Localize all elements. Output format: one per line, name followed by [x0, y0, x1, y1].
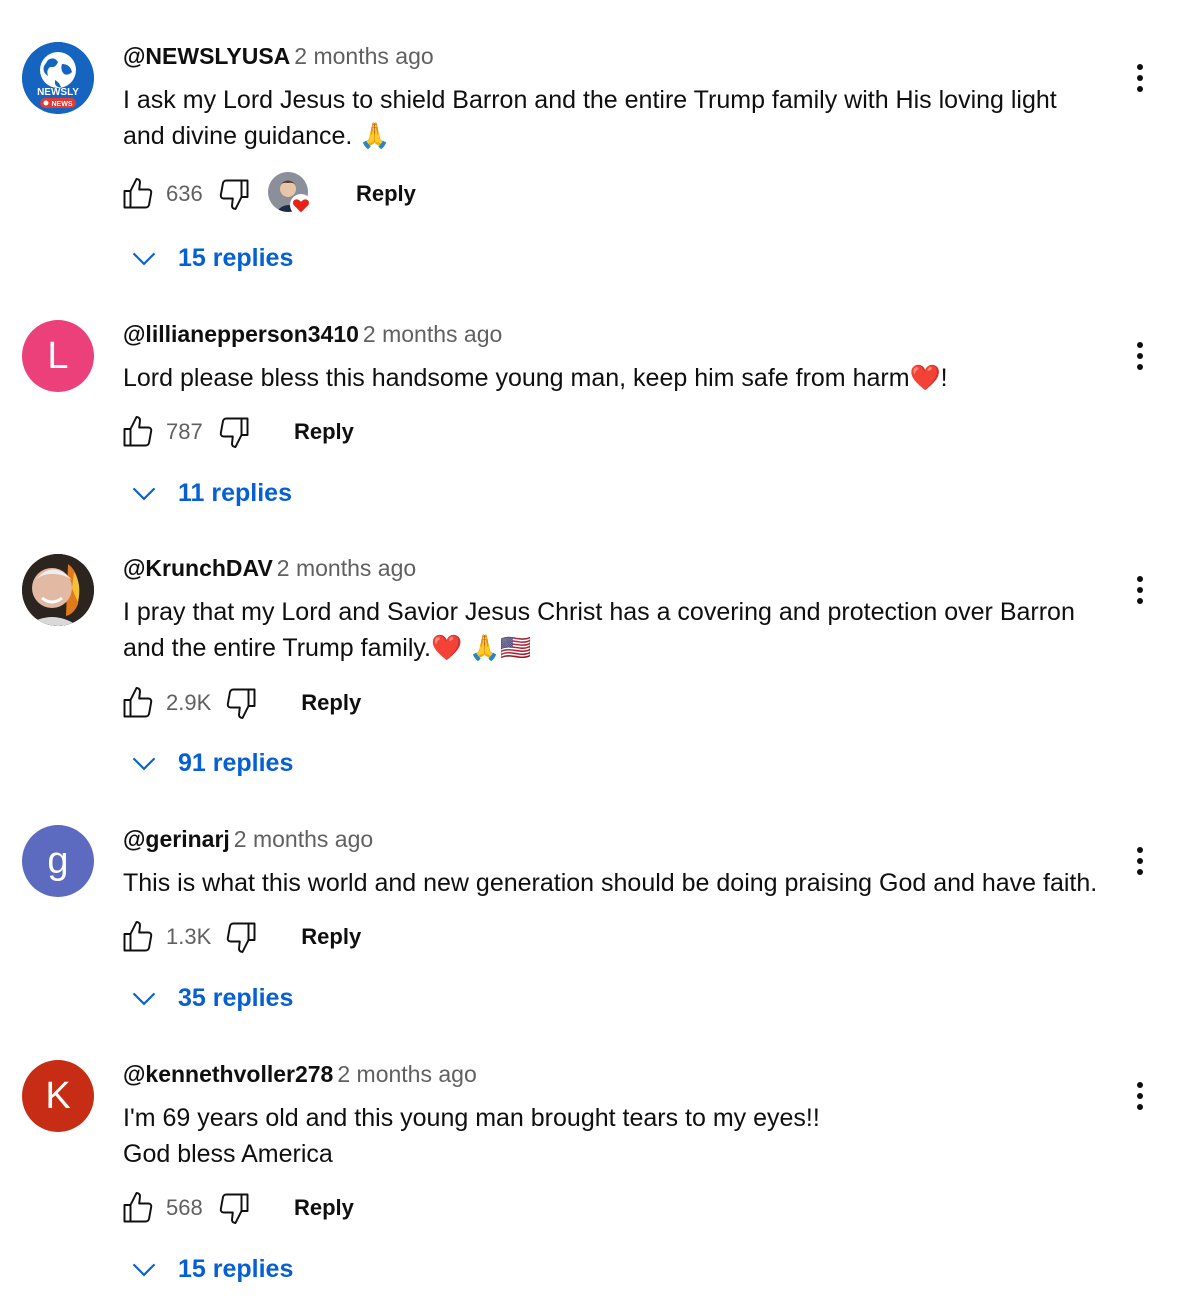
dislike-icon[interactable] [214, 412, 254, 452]
more-options-icon[interactable] [1128, 572, 1152, 608]
globe-logo-icon: NEWSLY NEWS [22, 42, 94, 114]
author-name[interactable]: @kennethvoller278 [123, 1061, 333, 1087]
comment-text: Lord please bless this handsome young ma… [123, 360, 1113, 396]
chevron-down-icon [132, 1263, 156, 1277]
avatar[interactable]: L [22, 320, 94, 392]
dislike-icon[interactable] [221, 917, 261, 957]
comment-header: @gerinarj 2 months ago [123, 826, 373, 853]
comment-time[interactable]: 2 months ago [294, 43, 433, 69]
like-count: 568 [166, 1195, 203, 1220]
action-bar: 2.9K Reply [118, 681, 361, 725]
comment-line: This is what this world and new generati… [123, 869, 1098, 897]
dislike-icon[interactable] [214, 174, 254, 214]
comment-text: I'm 69 years old and this young man brou… [123, 1100, 1113, 1172]
like-count: 2.9K [166, 690, 212, 715]
view-replies-button[interactable]: 15 replies [130, 238, 293, 278]
view-replies-button[interactable]: 11 replies [130, 473, 292, 513]
reply-button[interactable]: Reply [356, 181, 416, 207]
comment-header: @lillianepperson3410 2 months ago [123, 321, 502, 348]
avatar[interactable]: NEWSLY NEWS [22, 42, 94, 114]
like-count: 1.3K [166, 924, 212, 949]
comment-line: I'm 69 years old and this young man brou… [123, 1104, 820, 1132]
chevron-down-icon [132, 757, 156, 771]
comment-line: God bless America [123, 1140, 333, 1168]
more-options-icon[interactable] [1128, 338, 1152, 374]
more-options-icon[interactable] [1128, 60, 1152, 96]
avatar[interactable]: K [22, 1060, 94, 1132]
author-name[interactable]: @KrunchDAV [123, 555, 273, 581]
comment-line: and the entire Trump family.❤️ 🙏🇺🇸 [123, 634, 532, 662]
like-icon[interactable] [118, 683, 158, 723]
action-bar: 568 Reply [118, 1186, 354, 1230]
reply-button[interactable]: Reply [301, 690, 361, 716]
comment-header: @kennethvoller278 2 months ago [123, 1061, 477, 1088]
replies-count: 35 replies [178, 983, 294, 1012]
author-name[interactable]: @gerinarj [123, 826, 230, 852]
like-icon[interactable] [118, 917, 158, 957]
replies-count: 11 replies [178, 478, 292, 507]
like-icon[interactable] [118, 412, 158, 452]
comment-text: I pray that my Lord and Savior Jesus Chr… [123, 594, 1113, 666]
profile-photo [22, 554, 94, 626]
comment-time[interactable]: 2 months ago [363, 321, 502, 347]
creator-heart-badge [268, 172, 312, 216]
more-options-icon[interactable] [1128, 1078, 1152, 1114]
action-bar: 787 Reply [118, 410, 354, 454]
like-icon[interactable] [118, 174, 158, 214]
chevron-down-icon [132, 252, 156, 266]
view-replies-button[interactable]: 15 replies [130, 1249, 293, 1289]
author-name[interactable]: @lillianepperson3410 [123, 321, 359, 347]
reply-button[interactable]: Reply [301, 924, 361, 950]
replies-count: 15 replies [178, 1254, 294, 1283]
dislike-icon[interactable] [221, 683, 261, 723]
avatar-letter: g [47, 839, 69, 882]
action-bar: 1.3K Reply [118, 915, 361, 959]
comment-time[interactable]: 2 months ago [337, 1061, 476, 1087]
replies-count: 91 replies [178, 748, 294, 777]
avatar-letter: K [45, 1074, 71, 1117]
comment-line: I pray that my Lord and Savior Jesus Chr… [123, 598, 1075, 626]
view-replies-button[interactable]: 91 replies [130, 743, 293, 783]
logo-text: NEWSLY [37, 87, 79, 98]
view-replies-button[interactable]: 35 replies [130, 978, 293, 1018]
comment-header: @NEWSLYUSA 2 months ago [123, 43, 434, 70]
comment-time[interactable]: 2 months ago [234, 826, 373, 852]
comment-text: This is what this world and new generati… [123, 865, 1113, 901]
chevron-down-icon [132, 487, 156, 501]
comment-line: Lord please bless this handsome young ma… [123, 364, 948, 392]
reply-button[interactable]: Reply [294, 419, 354, 445]
action-bar: 636 Reply [118, 172, 416, 216]
comment-line: I ask my Lord Jesus to shield Barron and… [123, 86, 1057, 114]
comment-header: @KrunchDAV 2 months ago [123, 555, 416, 582]
like-count: 636 [166, 181, 203, 206]
more-options-icon[interactable] [1128, 843, 1152, 879]
heart-icon [290, 194, 312, 216]
logo-subtext: NEWS [52, 101, 73, 108]
replies-count: 15 replies [178, 243, 294, 272]
avatar-letter: L [47, 334, 69, 377]
dislike-icon[interactable] [214, 1188, 254, 1228]
avatar[interactable] [22, 554, 94, 626]
avatar[interactable]: g [22, 825, 94, 897]
author-name[interactable]: @NEWSLYUSA [123, 43, 290, 69]
reply-button[interactable]: Reply [294, 1195, 354, 1221]
chevron-down-icon [132, 992, 156, 1006]
comment-line: and divine guidance. 🙏 [123, 122, 391, 150]
comment-time[interactable]: 2 months ago [277, 555, 416, 581]
like-count: 787 [166, 419, 203, 444]
like-icon[interactable] [118, 1188, 158, 1228]
comment-text: I ask my Lord Jesus to shield Barron and… [123, 82, 1113, 154]
